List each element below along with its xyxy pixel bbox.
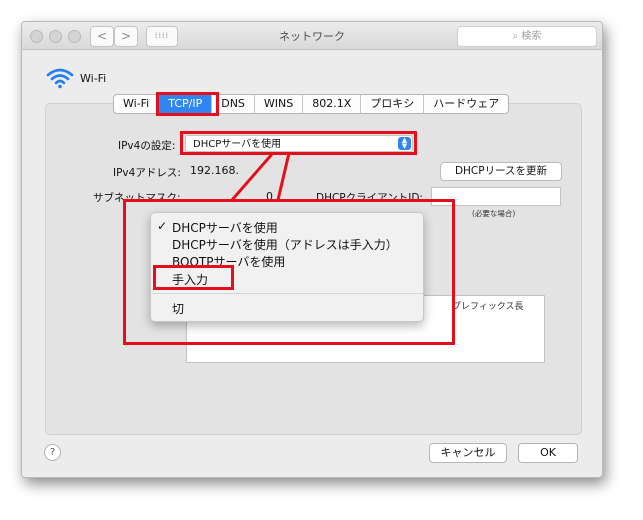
menu-item-off[interactable]: 切 — [172, 300, 184, 317]
highlight-manual-item — [153, 265, 234, 290]
check-mark-icon: ✓ — [157, 219, 168, 233]
highlight-tcpip-tab — [156, 92, 219, 116]
menu-item-dhcp[interactable]: DHCPサーバを使用 — [172, 219, 278, 236]
menu-item-dhcp-manual-address[interactable]: DHCPサーバを使用（アドレスは手入力） — [172, 236, 398, 253]
highlight-ipv4-select — [180, 131, 417, 155]
menu-separator — [151, 293, 423, 294]
